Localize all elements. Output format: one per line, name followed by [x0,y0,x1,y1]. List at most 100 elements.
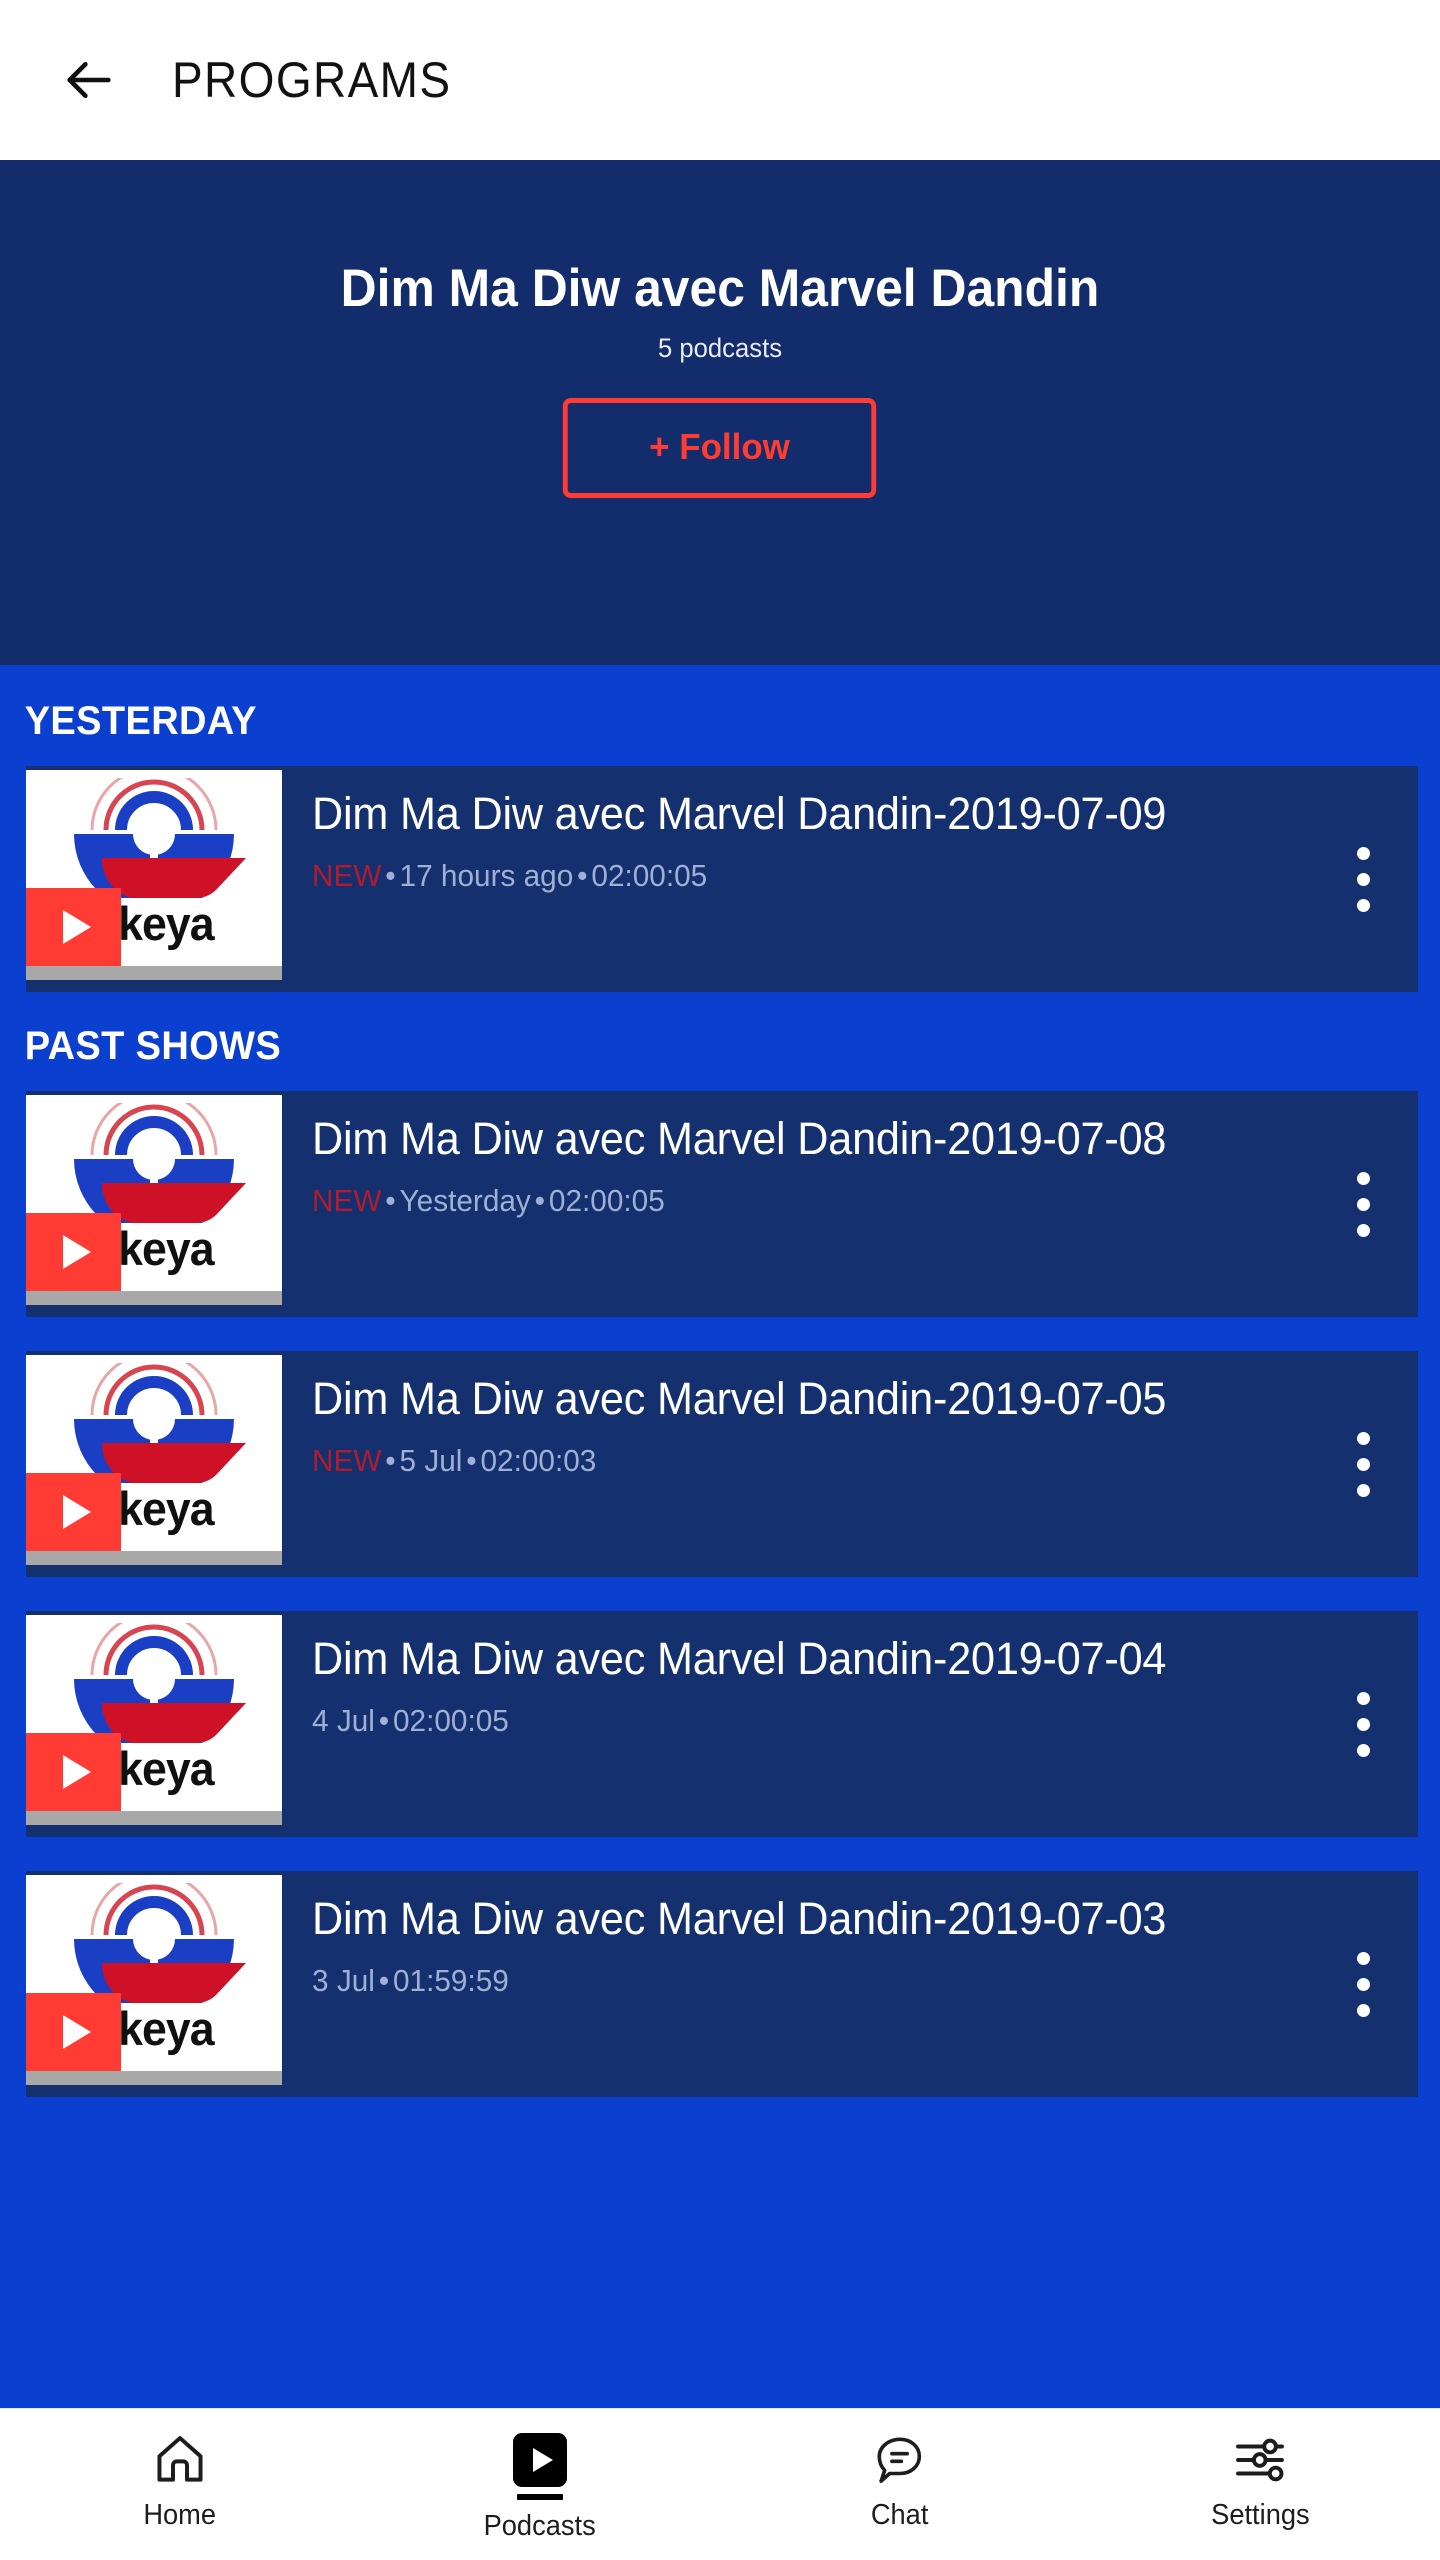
episode-info: Dim Ma Diw avec Marvel Dandin-2019-07-09… [282,766,1308,992]
play-icon [62,910,91,944]
program-hero: Dim Ma Diw avec Marvel Dandin 5 podcasts… [0,160,1440,665]
episode-meta: NEW • 5 Jul • 02:00:03 [312,1443,1268,1479]
episode-thumbnail[interactable]: skeya [26,1095,282,1305]
play-button[interactable] [26,1733,121,1811]
section-header: YESTERDAY [24,699,257,743]
progress-bar[interactable] [26,1811,282,1825]
episode-card[interactable]: skeya Dim Ma Diw avec Marvel Dandin-2019-… [26,1351,1418,1577]
episode-meta: NEW • 17 hours ago • 02:00:05 [312,858,1268,894]
meta-separator: • [385,857,396,893]
thumbnail-artwork: skeya [26,1355,282,1551]
episode-duration: 02:00:05 [548,1182,665,1218]
episode-info: Dim Ma Diw avec Marvel Dandin-2019-07-08… [282,1091,1308,1317]
kebab-dot [1356,1457,1370,1471]
kebab-dot [1356,1483,1370,1497]
meta-separator: • [385,1182,396,1218]
episode-duration: 02:00:05 [591,857,708,893]
kebab-dot [1356,1717,1370,1731]
nav-item-home[interactable]: Home [0,2409,360,2532]
home-icon [157,2436,203,2482]
kebab-dot [1356,1197,1370,1211]
nav-item-chat[interactable]: Chat [720,2409,1080,2532]
nav-item-podcasts[interactable]: Podcasts [360,2409,720,2543]
logo-graphic [26,1355,282,1499]
episode-thumbnail[interactable]: skeya [26,1875,282,2085]
play-button[interactable] [26,888,121,966]
new-badge: NEW [312,1442,382,1478]
logo-graphic [26,770,282,914]
kebab-dot [1356,1223,1370,1237]
episode-info: Dim Ma Diw avec Marvel Dandin-2019-07-05… [282,1351,1308,1577]
episode-card[interactable]: skeya Dim Ma Diw avec Marvel Dandin-2019-… [26,1091,1418,1317]
episode-thumbnail[interactable]: skeya [26,1355,282,1565]
episode-meta: 4 Jul • 02:00:05 [312,1703,1268,1739]
kebab-dot [1356,1951,1370,1965]
episode-duration: 02:00:05 [392,1702,509,1738]
episode-card[interactable]: skeya Dim Ma Diw avec Marvel Dandin-2019-… [26,766,1418,992]
kebab-dot [1356,898,1370,912]
active-indicator [517,2494,563,2500]
kebab-dot [1356,872,1370,886]
play-button[interactable] [26,1993,121,2071]
progress-bar[interactable] [26,2071,282,2085]
logo-graphic [26,1615,282,1759]
nav-item-settings[interactable]: Settings [1080,2409,1440,2532]
episode-date: 3 Jul [312,1962,375,1998]
kebab-dot [1356,1691,1370,1705]
kebab-dot [1356,1171,1370,1185]
nav-item-label: Home [143,2499,217,2531]
top-app-bar: PROGRAMS [0,0,1440,160]
follow-button[interactable]: + Follow [563,398,877,498]
nav-item-label: Chat [871,2499,929,2531]
episode-title: Dim Ma Diw avec Marvel Dandin-2019-07-08 [312,1113,1167,1164]
episode-overflow-menu[interactable] [1308,1871,1418,2097]
progress-bar[interactable] [26,1551,282,1565]
episode-list: YESTERDAY skeya Dim Ma Diw avec Marvel Da… [0,665,1440,2137]
station-logo-icon [74,1355,246,1499]
play-button[interactable] [26,1213,121,1291]
podcasts-icon-wrap [513,2431,567,2489]
arrow-left-icon [60,51,118,109]
logo-graphic [26,1095,282,1239]
episode-meta: 3 Jul • 01:59:59 [312,1963,1268,1999]
episode-thumbnail[interactable]: skeya [26,1615,282,1825]
thumbnail-artwork: skeya [26,770,282,966]
play-icon [62,2015,91,2049]
kebab-dot [1356,1977,1370,1991]
episode-overflow-menu[interactable] [1308,1611,1418,1837]
episode-date: 17 hours ago [399,857,574,893]
thumbnail-artwork: skeya [26,1615,282,1811]
station-logo-icon [74,770,246,914]
episode-meta: NEW • Yesterday • 02:00:05 [312,1183,1268,1219]
episode-date: 5 Jul [399,1442,463,1478]
progress-bar[interactable] [26,1291,282,1305]
episode-date: 4 Jul [312,1702,375,1738]
episode-info: Dim Ma Diw avec Marvel Dandin-2019-07-03… [282,1871,1308,2097]
episode-overflow-menu[interactable] [1308,766,1418,992]
thumbnail-artwork: skeya [26,1875,282,2071]
station-logo-icon [74,1615,246,1759]
episode-overflow-menu[interactable] [1308,1091,1418,1317]
episode-overflow-menu[interactable] [1308,1351,1418,1577]
chat-icon [877,2437,922,2483]
back-button[interactable] [52,43,126,117]
progress-bar[interactable] [26,966,282,980]
play-icon [62,1495,91,1529]
episode-title: Dim Ma Diw avec Marvel Dandin-2019-07-04 [312,1633,1167,1684]
episode-card[interactable]: skeya Dim Ma Diw avec Marvel Dandin-2019-… [26,1611,1418,1837]
meta-separator: • [534,1182,546,1218]
meta-separator: • [378,1962,390,1998]
episode-title: Dim Ma Diw avec Marvel Dandin-2019-07-09 [312,788,1167,839]
episode-duration: 01:59:59 [392,1962,509,1998]
station-logo-icon [74,1875,246,2019]
bottom-navigation: Home Podcasts Chat Settings [0,2408,1440,2560]
chat-icon-wrap [873,2431,927,2489]
play-button[interactable] [26,1473,121,1551]
kebab-dot [1356,2003,1370,2017]
station-logo-icon [74,1095,246,1239]
episode-thumbnail[interactable]: skeya [26,770,282,980]
episode-card[interactable]: skeya Dim Ma Diw avec Marvel Dandin-2019-… [26,1871,1418,2097]
new-badge: NEW [312,857,382,893]
nav-item-label: Settings [1210,2499,1310,2531]
play-icon [62,1755,91,1789]
